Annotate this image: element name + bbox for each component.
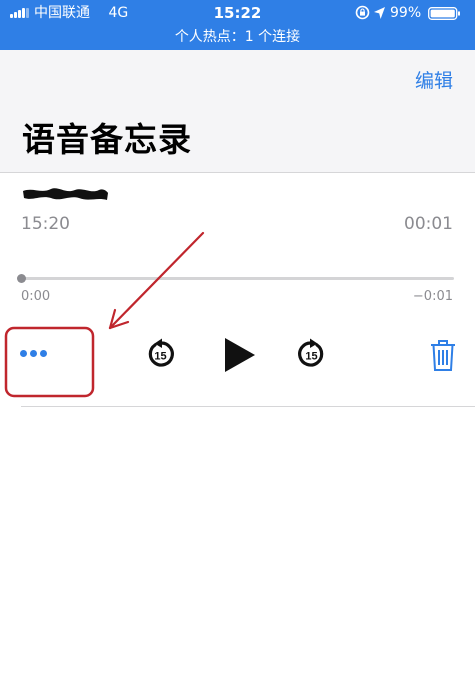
hotspot-banner[interactable]: 个人热点：1 个连接	[0, 27, 475, 47]
page-title: 语音备忘录	[22, 120, 192, 159]
annotation-arrow	[108, 231, 205, 330]
battery-percent: 99%	[390, 5, 422, 21]
recording-name-redacted[interactable]	[21, 185, 109, 203]
skip-back-label: 15	[154, 351, 166, 363]
skip-forward-15-button[interactable]: 15	[297, 338, 327, 370]
playback-scrubber-track[interactable]	[21, 277, 454, 280]
skip-back-15-button[interactable]: 15	[145, 338, 175, 370]
delete-button[interactable]	[429, 338, 457, 372]
recording-duration: 00:01	[404, 214, 453, 234]
play-icon	[225, 338, 255, 372]
skip-forward-label: 15	[305, 351, 317, 363]
remaining-time: −0:01	[412, 289, 453, 304]
more-dots-icon	[20, 350, 27, 357]
elapsed-time: 0:00	[21, 289, 51, 304]
rotation-lock-icon	[355, 5, 370, 20]
trash-icon	[431, 340, 455, 371]
more-button[interactable]	[20, 346, 48, 360]
edit-button[interactable]: 编辑	[415, 66, 453, 93]
playback-controls: 15 15	[0, 330, 475, 380]
battery-icon	[428, 7, 460, 20]
location-arrow-icon	[374, 7, 385, 19]
nav-header: 编辑 语音备忘录	[0, 50, 475, 173]
playback-scrubber-knob[interactable]	[16, 274, 26, 283]
play-button[interactable]	[221, 336, 257, 374]
recording-time: 15:20	[21, 214, 70, 234]
list-divider	[21, 406, 475, 407]
status-bar: 中国联通 4G 15:22 99% 个人热点：1 个连接	[0, 0, 475, 50]
